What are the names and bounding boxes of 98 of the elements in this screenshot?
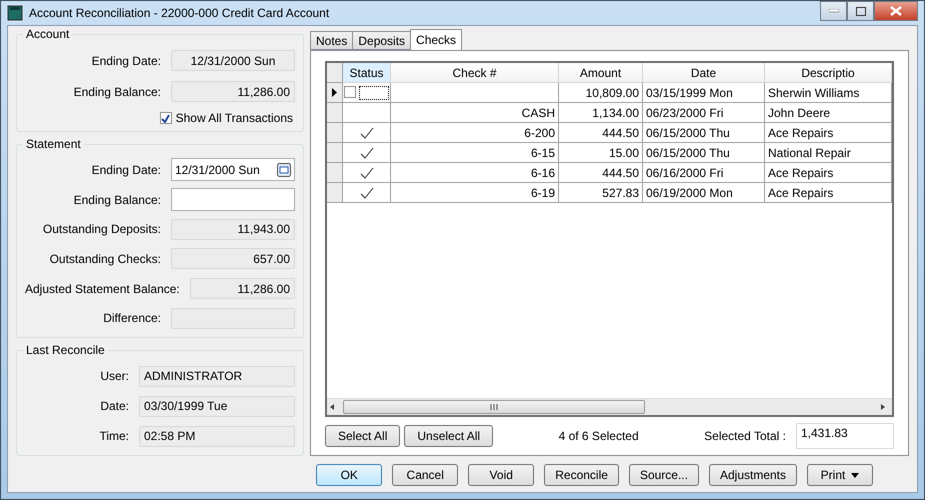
horizontal-scrollbar[interactable] <box>327 398 892 415</box>
field-label: Ending Balance: <box>74 192 161 206</box>
table-cell: Sherwin Williams <box>765 83 892 103</box>
field-label: Ending Date: <box>92 162 161 177</box>
group-title: Statement <box>23 137 84 151</box>
table-cell: 1,134.00 <box>559 103 643 123</box>
status-cell[interactable] <box>343 183 391 203</box>
grid-corner <box>327 63 343 83</box>
field-label: Ending Date: <box>92 54 161 68</box>
close-button[interactable] <box>874 1 918 21</box>
status-cell[interactable] <box>343 83 391 103</box>
row-header[interactable] <box>327 163 343 183</box>
readonly-field: 11,286.00 <box>171 81 295 102</box>
minimize-icon <box>828 9 838 13</box>
table-cell: 06/15/2000 Thu <box>643 143 765 163</box>
dialog-button[interactable]: Reconcile <box>544 464 619 486</box>
checkmark-icon <box>360 166 374 178</box>
field-label: Outstanding Deposits: <box>42 222 161 236</box>
selection-count: 4 of 6 Selected <box>558 429 640 443</box>
readonly-field: 03/30/1999 Tue <box>139 396 295 416</box>
readonly-field: 12/31/2000 Sun <box>171 50 295 71</box>
checkbox-label: Show All Transactions <box>176 111 293 125</box>
date-field[interactable]: 12/31/2000 Sun <box>171 158 295 182</box>
readonly-field: 11,943.00 <box>171 218 295 240</box>
status-cell[interactable] <box>343 143 391 163</box>
app-icon <box>7 5 23 21</box>
table-cell: 444.50 <box>559 123 643 143</box>
field-label: Ending Balance: <box>74 84 161 98</box>
table-cell: 06/15/2000 Thu <box>643 123 765 143</box>
table-cell: 03/15/1999 Mon <box>643 83 765 103</box>
table-cell: 444.50 <box>559 163 643 183</box>
table-cell: 06/23/2000 Fri <box>643 103 765 123</box>
checkmark-icon <box>360 186 374 198</box>
column-header[interactable]: Amount <box>559 63 643 83</box>
table-cell: 06/16/2000 Fri <box>643 163 765 183</box>
table-cell: 06/19/2000 Mon <box>643 183 765 203</box>
status-cell[interactable] <box>343 163 391 183</box>
selection-button[interactable]: Unselect All <box>404 425 494 447</box>
table-cell: Ace Repairs <box>765 163 892 183</box>
column-header[interactable]: Check # <box>391 63 559 83</box>
scroll-thumb[interactable] <box>343 400 645 414</box>
window-title: Account Reconciliation - 22000-000 Credit Card Account <box>29 6 330 20</box>
table-cell: 527.83 <box>559 183 643 203</box>
total-label: Selected Total : <box>704 429 786 443</box>
group-title: Last Reconcile <box>23 343 108 357</box>
field-label: Date: <box>100 399 129 413</box>
row-header[interactable] <box>327 143 343 163</box>
table-cell: 6-15 <box>391 143 559 163</box>
dialog-button[interactable]: Cancel <box>392 464 458 486</box>
calendar-icon[interactable] <box>277 162 291 177</box>
tab[interactable]: Checks <box>410 29 462 50</box>
dialog-button[interactable]: Void <box>468 464 534 486</box>
status-cell[interactable] <box>343 103 391 123</box>
table-cell: Ace Repairs <box>765 183 892 203</box>
maximize-icon <box>856 6 866 16</box>
table-cell: CASH <box>391 103 559 123</box>
row-header[interactable] <box>327 183 343 203</box>
group-title: Account <box>23 27 72 41</box>
tab[interactable]: Deposits <box>352 31 412 50</box>
status-cell[interactable] <box>343 123 391 143</box>
table-cell: 15.00 <box>559 143 643 163</box>
table-cell: National Repair <box>765 143 892 163</box>
selection-button[interactable]: Select All <box>325 425 400 447</box>
table-cell: 6-19 <box>391 183 559 203</box>
field-label: User: <box>100 369 129 383</box>
field-label: Outstanding Checks: <box>50 252 161 266</box>
table-cell: 6-16 <box>391 163 559 183</box>
column-header[interactable]: Descriptio <box>765 63 892 83</box>
readonly-field: ADMINISTRATOR <box>139 366 295 386</box>
readonly-field: 657.00 <box>171 248 295 270</box>
checkbox[interactable] <box>344 86 356 98</box>
checkmark-icon <box>360 126 374 138</box>
tab[interactable]: Notes <box>310 31 354 50</box>
column-header[interactable]: Date <box>643 63 765 83</box>
table-cell: John Deere <box>765 103 892 123</box>
minimize-button[interactable] <box>820 1 847 21</box>
total-field: 1,431.83 <box>796 423 894 449</box>
readonly-field: 11,286.00 <box>190 278 295 300</box>
column-header[interactable]: Status <box>343 63 391 83</box>
dialog-button[interactable]: Source... <box>628 464 699 486</box>
field-label: Difference: <box>103 311 161 326</box>
field-label: Time: <box>99 429 129 443</box>
dialog-button[interactable]: Adjustments <box>708 464 797 486</box>
table-cell: 6-200 <box>391 123 559 143</box>
input-field[interactable] <box>171 188 295 211</box>
readonly-field: 02:58 PM <box>139 426 295 446</box>
table-cell: Ace Repairs <box>765 123 892 143</box>
row-header[interactable] <box>327 123 343 143</box>
checkmark-icon <box>360 146 374 158</box>
dialog-button[interactable]: Print <box>807 464 873 486</box>
maximize-button[interactable] <box>847 1 874 21</box>
checkbox[interactable] <box>160 112 172 124</box>
close-icon <box>890 6 902 16</box>
dialog-button[interactable]: OK <box>316 464 382 486</box>
current-row-icon[interactable] <box>327 83 343 103</box>
field-label: Adjusted Statement Balance: <box>25 282 180 296</box>
caret-icon <box>851 472 860 478</box>
table-cell: 10,809.00 <box>559 83 643 103</box>
